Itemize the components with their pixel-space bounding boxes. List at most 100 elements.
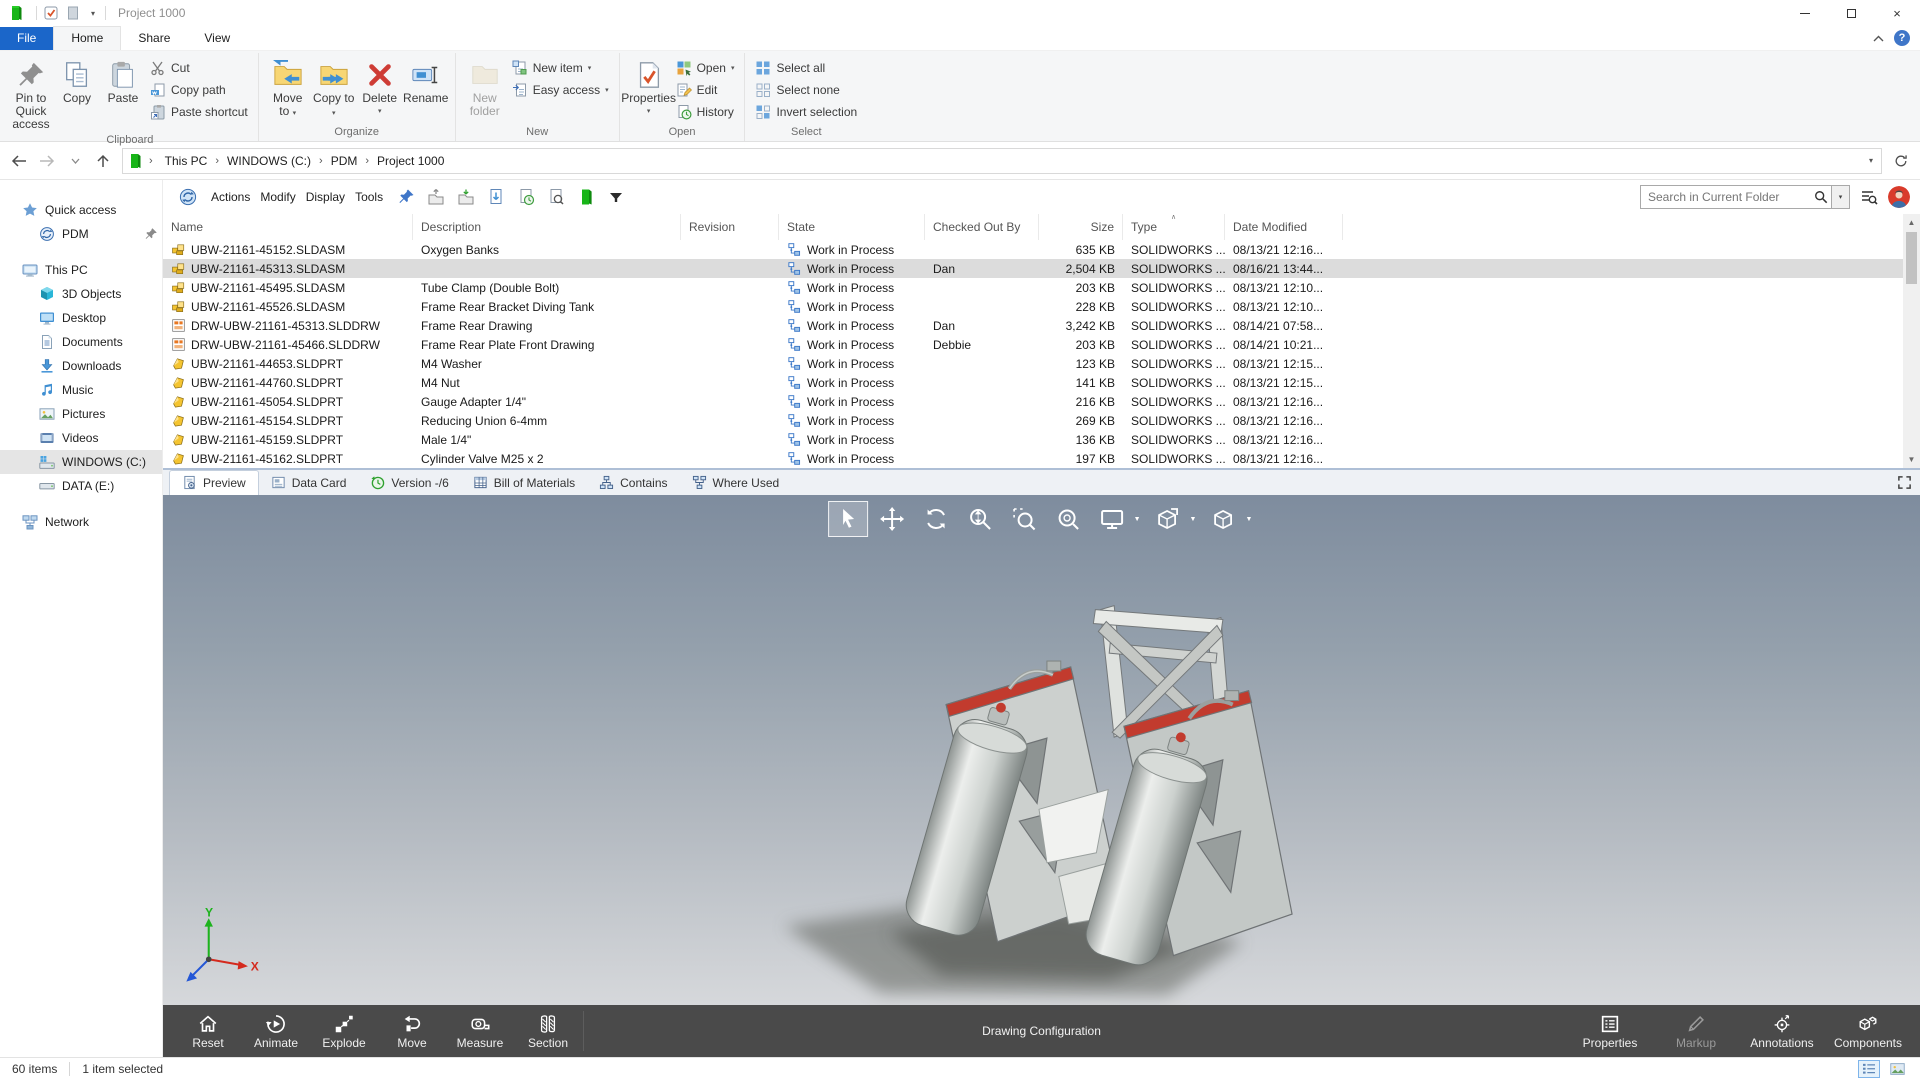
column-header-revision[interactable]: Revision	[681, 214, 779, 240]
forward-button[interactable]	[34, 148, 60, 174]
easy-access-button[interactable]: Easy access▾	[508, 81, 613, 99]
open-button[interactable]: Open▾	[672, 59, 739, 77]
sidebar-item-network[interactable]: Network	[0, 510, 162, 534]
pan-tool-button[interactable]	[872, 501, 912, 537]
invert-selection-button[interactable]: Invert selection	[751, 103, 861, 121]
fullscreen-icon[interactable]	[1897, 475, 1912, 490]
display-mode-button[interactable]	[1092, 501, 1132, 537]
column-header-state[interactable]: State	[779, 214, 925, 240]
paste-shortcut-button[interactable]: Paste shortcut	[146, 103, 252, 121]
rename-button[interactable]: Rename	[403, 55, 449, 106]
appearance-caret[interactable]: ▼	[1190, 516, 1197, 523]
recent-locations-caret[interactable]	[62, 148, 88, 174]
search-list-icon[interactable]	[1858, 186, 1880, 208]
sidebar-item-data-e[interactable]: DATA (E:)	[0, 474, 162, 498]
file-row[interactable]: UBW-21161-45159.SLDPRT Male 1/4" Work in…	[163, 430, 1920, 449]
quick-doc-icon[interactable]	[65, 5, 81, 21]
close-button[interactable]: ×	[1874, 0, 1920, 26]
check-out-icon[interactable]	[425, 186, 447, 208]
preview-tab-where-used[interactable]: Where Used	[680, 471, 792, 495]
pdm-menu-actions[interactable]: Actions	[207, 187, 254, 207]
quick-check-icon[interactable]	[43, 5, 59, 21]
column-header-name[interactable]: Name	[163, 214, 413, 240]
help-icon[interactable]: ?	[1894, 30, 1910, 46]
scroll-up-icon[interactable]: ▲	[1903, 214, 1920, 231]
minimize-button[interactable]	[1782, 0, 1828, 26]
pdm-menu-modify[interactable]: Modify	[256, 187, 299, 207]
sidebar-item-videos[interactable]: Videos	[0, 426, 162, 450]
preview-tab-version-6[interactable]: Version -/6	[358, 471, 460, 495]
file-row[interactable]: UBW-21161-45162.SLDPRT Cylinder Valve M2…	[163, 449, 1920, 468]
collapse-ribbon-icon[interactable]	[1873, 35, 1884, 42]
tab-share[interactable]: Share	[121, 27, 187, 50]
file-list-scrollbar[interactable]: ▲ ▼	[1903, 214, 1920, 468]
search-icon[interactable]	[1811, 186, 1831, 208]
details-view-button[interactable]	[1858, 1060, 1880, 1078]
sidebar-item-pdm[interactable]: PDM	[0, 222, 162, 246]
move-button[interactable]: Move	[381, 1013, 443, 1050]
check-in-icon[interactable]	[455, 186, 477, 208]
delete-button[interactable]: Delete ▾	[357, 55, 403, 119]
markup-button[interactable]: Markup	[1658, 1013, 1734, 1050]
animate-button[interactable]: Animate	[245, 1013, 307, 1050]
scroll-down-icon[interactable]: ▼	[1903, 451, 1920, 468]
pdm-menu-display[interactable]: Display	[302, 187, 349, 207]
zoom-in-out-button[interactable]	[960, 501, 1000, 537]
display-mode-caret[interactable]: ▼	[1134, 516, 1141, 523]
zoom-to-fit-button[interactable]	[1048, 501, 1088, 537]
file-row[interactable]: UBW-21161-45054.SLDPRT Gauge Adapter 1/4…	[163, 392, 1920, 411]
sidebar-item-3d-objects[interactable]: 3D Objects	[0, 282, 162, 306]
sidebar-item-music[interactable]: Music	[0, 378, 162, 402]
get-latest-icon[interactable]	[485, 186, 507, 208]
tab-home[interactable]: Home	[53, 26, 121, 50]
measure-button[interactable]: Measure	[449, 1013, 511, 1050]
breadcrumb-item-windows-c[interactable]: WINDOWS (C:)	[221, 151, 317, 171]
select-none-button[interactable]: Select none	[751, 81, 861, 99]
back-button[interactable]	[6, 148, 32, 174]
file-row[interactable]: UBW-21161-44653.SLDPRT M4 Washer Work in…	[163, 354, 1920, 373]
address-dropdown-caret[interactable]: ▾	[1869, 156, 1873, 165]
paste-button[interactable]: Paste	[100, 55, 146, 106]
column-header-size[interactable]: Size	[1039, 214, 1123, 240]
refresh-icon[interactable]	[1888, 148, 1914, 174]
copy-path-button[interactable]: Copy path	[146, 81, 252, 99]
sidebar-item-windows-c[interactable]: WINDOWS (C:)	[0, 450, 162, 474]
column-header-description[interactable]: Description	[413, 214, 681, 240]
user-avatar[interactable]	[1888, 186, 1910, 208]
preview-tab-contains[interactable]: Contains	[587, 471, 679, 495]
get-version-icon[interactable]	[515, 186, 537, 208]
preview-tab-data-card[interactable]: Data Card	[259, 471, 359, 495]
scroll-thumb[interactable]	[1906, 232, 1917, 284]
sidebar-item-quick-access[interactable]: Quick access	[0, 198, 162, 222]
preview-tab-preview[interactable]: Preview	[169, 470, 259, 495]
sidebar-item-this-pc[interactable]: This PC	[0, 258, 162, 282]
history-button[interactable]: History	[672, 103, 739, 121]
view-file-icon[interactable]	[545, 186, 567, 208]
search-input[interactable]	[1648, 190, 1811, 204]
breadcrumb-item-project-1000[interactable]: Project 1000	[371, 151, 450, 171]
zoom-to-area-button[interactable]	[1004, 501, 1044, 537]
file-row[interactable]: UBW-21161-45313.SLDASM Work in Process D…	[163, 259, 1920, 278]
new-item-button[interactable]: New item▾	[508, 59, 613, 77]
tab-view[interactable]: View	[187, 27, 247, 50]
column-header-checked-out-by[interactable]: Checked Out By	[925, 214, 1039, 240]
pin-toolbar-icon[interactable]	[395, 186, 417, 208]
edit-button[interactable]: Edit	[672, 81, 739, 99]
pin-to-quick-access-button[interactable]: Pin to Quick access	[8, 55, 54, 132]
thumbnail-view-button[interactable]	[1886, 1060, 1908, 1078]
file-row[interactable]: UBW-21161-44760.SLDPRT M4 Nut Work in Pr…	[163, 373, 1920, 392]
up-button[interactable]	[90, 148, 116, 174]
quick-access-toolbar-caret[interactable]: ▾	[91, 9, 95, 18]
preview-viewport[interactable]: ▼ ▼ ▼ Y X	[163, 495, 1920, 1005]
properties-button[interactable]: Properties	[1572, 1013, 1648, 1050]
maximize-button[interactable]	[1828, 0, 1874, 26]
explode-button[interactable]: Explode	[313, 1013, 375, 1050]
search-dropdown-caret[interactable]: ▾	[1831, 186, 1849, 208]
sidebar-item-downloads[interactable]: Downloads	[0, 354, 162, 378]
file-row[interactable]: UBW-21161-45152.SLDASM Oxygen Banks Work…	[163, 240, 1920, 259]
reset-button[interactable]: Reset	[177, 1013, 239, 1050]
appearance-button[interactable]	[1148, 501, 1188, 537]
properties-button[interactable]: Properties ▾	[626, 55, 672, 119]
display-filter-icon[interactable]	[605, 186, 627, 208]
tab-file[interactable]: File	[0, 27, 53, 50]
